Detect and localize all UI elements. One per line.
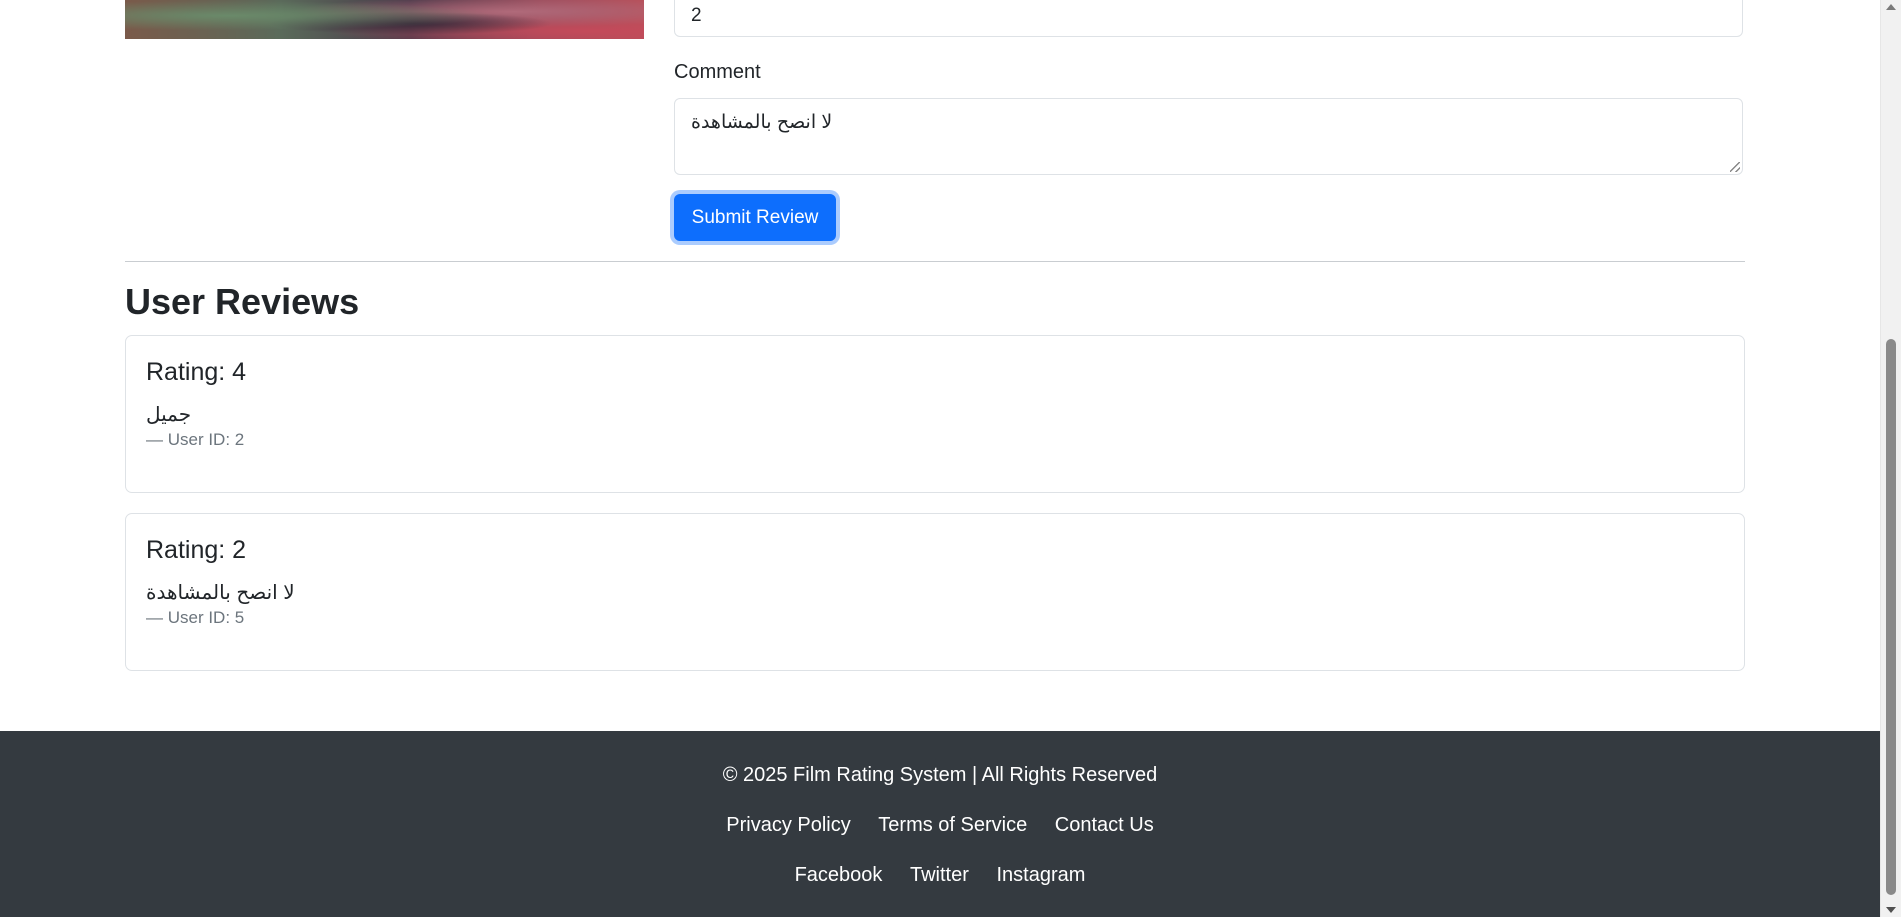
page: 2 Comment لا انصح بالمشاهدة Submit Revie… xyxy=(0,0,1880,917)
vertical-scrollbar[interactable] xyxy=(1880,0,1901,917)
footer-links: Privacy Policy Terms of Service Contact … xyxy=(0,814,1880,837)
resize-grip-icon[interactable] xyxy=(1730,162,1740,172)
review-rating: Rating: 2 xyxy=(146,536,247,564)
review-card: Rating: 4 جميل — User ID: 2 xyxy=(125,335,1745,493)
review-comment: لا انصح بالمشاهدة xyxy=(146,582,295,604)
twitter-link[interactable]: Twitter xyxy=(910,864,969,886)
movie-poster-image xyxy=(125,0,644,39)
review-user-id: — User ID: 5 xyxy=(146,608,245,627)
instagram-link[interactable]: Instagram xyxy=(996,864,1085,886)
review-rating: Rating: 4 xyxy=(146,358,247,386)
terms-of-service-link[interactable]: Terms of Service xyxy=(878,814,1027,836)
contact-us-link[interactable]: Contact Us xyxy=(1055,814,1154,836)
comment-label: Comment xyxy=(674,61,761,83)
footer-social-links: Facebook Twitter Instagram xyxy=(0,864,1880,887)
facebook-link[interactable]: Facebook xyxy=(795,864,883,886)
section-divider xyxy=(125,261,1745,262)
scroll-down-arrow-icon[interactable] xyxy=(1886,907,1896,913)
review-comment: جميل xyxy=(146,404,192,426)
comment-textarea-value: لا انصح بالمشاهدة xyxy=(691,112,833,133)
scroll-up-arrow-icon[interactable] xyxy=(1886,4,1896,10)
comment-textarea[interactable]: لا انصح بالمشاهدة xyxy=(674,98,1743,175)
site-footer: © 2025 Film Rating System | All Rights R… xyxy=(0,731,1880,917)
user-reviews-heading: User Reviews xyxy=(125,281,360,322)
footer-copyright: © 2025 Film Rating System | All Rights R… xyxy=(722,764,1158,786)
review-user-id: — User ID: 2 xyxy=(146,430,245,449)
rating-input[interactable]: 2 xyxy=(674,0,1743,37)
scrollbar-thumb[interactable] xyxy=(1886,339,1896,895)
review-card: Rating: 2 لا انصح بالمشاهدة — User ID: 5 xyxy=(125,513,1745,671)
privacy-policy-link[interactable]: Privacy Policy xyxy=(726,814,850,836)
submit-review-button[interactable]: Submit Review xyxy=(674,194,836,241)
browser-viewport: 2 Comment لا انصح بالمشاهدة Submit Revie… xyxy=(0,0,1901,917)
